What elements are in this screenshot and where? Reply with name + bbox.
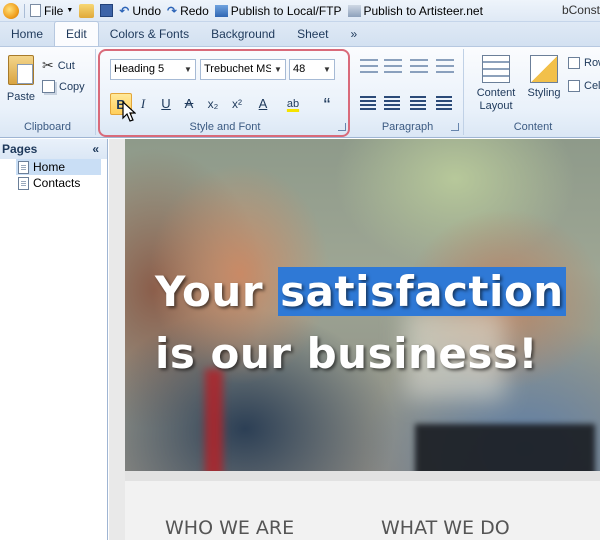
row-icon — [568, 57, 580, 69]
publish-web-icon — [347, 4, 361, 17]
tab-colors-fonts[interactable]: Colors & Fonts — [99, 22, 200, 46]
toolbar-separator — [24, 3, 25, 18]
hero-photo-laptop — [415, 424, 595, 471]
tab-background[interactable]: Background — [200, 22, 286, 46]
content-layout-button[interactable]: Content Layout — [470, 55, 522, 113]
row-button[interactable]: Row — [568, 57, 600, 69]
content-layout-label: Content Layout — [476, 87, 516, 112]
window-title: bConst — [561, 3, 600, 17]
page-item-label: Contacts — [33, 176, 81, 190]
redo-button[interactable]: ↷ Redo — [167, 4, 209, 18]
paste-label: Paste — [6, 91, 36, 103]
cut-label: Cut — [57, 59, 75, 72]
publish-local-label: Publish to Local/FTP — [230, 3, 342, 18]
content-sections: WHO WE ARE WHAT WE DO — [125, 471, 600, 540]
cut-button[interactable]: ✂ Cut — [42, 57, 75, 74]
focus-highlight-frame — [98, 49, 350, 137]
undo-icon: ↶ — [119, 3, 130, 18]
hero-headline-line-1[interactable]: Your satisfaction — [155, 267, 566, 316]
cell-label: Cel — [584, 80, 600, 92]
undo-button[interactable]: ↶ Undo — [119, 4, 161, 18]
copy-label: Copy — [59, 80, 85, 93]
tab-more[interactable]: » — [339, 22, 368, 46]
align-right-icon[interactable] — [410, 96, 426, 110]
section-heading-who-we-are[interactable]: WHO WE ARE — [165, 517, 294, 539]
file-menu-button[interactable]: File ▼ — [30, 4, 73, 18]
tab-home[interactable]: Home — [0, 22, 54, 46]
collapse-panel-icon[interactable]: « — [92, 142, 99, 156]
hero-banner[interactable]: Your satisfaction is our business! — [125, 139, 600, 471]
paste-icon — [8, 55, 34, 85]
pages-panel-title: Pages — [2, 142, 38, 156]
ribbon-tabs: Home Edit Colors & Fonts Background Shee… — [0, 21, 600, 46]
content-layout-icon — [482, 55, 510, 83]
page-icon — [18, 160, 29, 174]
content-group-label: Content — [513, 121, 553, 133]
undo-label: Undo — [132, 3, 162, 18]
publish-artisteer-label: Publish to Artisteer.net — [363, 3, 483, 18]
open-button[interactable] — [79, 3, 95, 18]
copy-button[interactable]: Copy — [42, 80, 85, 93]
chevron-down-icon: ▼ — [66, 7, 74, 14]
publish-ftp-icon — [214, 4, 228, 17]
cell-button[interactable]: Cel — [568, 80, 600, 92]
file-icon — [30, 4, 41, 17]
hero-photo-tie — [205, 369, 223, 471]
headline-text: Your — [155, 267, 279, 316]
copy-icon — [42, 80, 55, 93]
scissors-icon: ✂ — [42, 57, 54, 73]
justify-icon[interactable] — [436, 96, 452, 110]
cell-icon — [568, 80, 580, 92]
align-left-icon[interactable] — [360, 96, 376, 110]
open-folder-icon — [79, 3, 95, 18]
selected-text[interactable]: satisfaction — [278, 267, 566, 316]
section-heading-what-we-do[interactable]: WHAT WE DO — [381, 517, 510, 539]
hero-headline-line-2[interactable]: is our business! — [155, 329, 538, 378]
paragraph-group: Paragraph — [352, 49, 464, 135]
design-canvas[interactable]: Your satisfaction is our business! WHO W… — [109, 139, 600, 540]
clipboard-group-label: Clipboard — [23, 121, 72, 133]
clipboard-group: Paste ✂ Cut Copy Clipboard — [0, 49, 96, 135]
styling-brush-icon — [530, 55, 558, 83]
quick-access-toolbar: File ▼ ↶ Undo ↷ Redo Publish to Local/FT… — [0, 0, 600, 22]
dialog-launcher-icon[interactable] — [451, 123, 459, 131]
row-label: Row — [584, 57, 600, 69]
publish-artisteer-button[interactable]: Publish to Artisteer.net — [347, 3, 483, 18]
page-icon — [18, 176, 29, 190]
content-group: Content Layout Styling Row Cel Content — [466, 49, 600, 135]
save-button[interactable] — [100, 4, 114, 17]
styling-label: Styling — [527, 87, 561, 99]
redo-label: Redo — [180, 3, 209, 18]
paste-button[interactable]: Paste — [4, 55, 38, 103]
app-orb-icon[interactable] — [3, 2, 19, 19]
page-item-contacts[interactable]: Contacts — [16, 175, 101, 191]
paragraph-group-label: Paragraph — [381, 121, 434, 133]
numbering-icon[interactable] — [384, 59, 402, 75]
align-center-icon[interactable] — [384, 96, 400, 110]
bullets-icon[interactable] — [360, 59, 378, 75]
pages-panel: Pages « Home Contacts — [0, 139, 108, 540]
styling-button[interactable]: Styling — [524, 55, 564, 99]
file-menu-label: File — [44, 3, 64, 18]
tab-sheet[interactable]: Sheet — [286, 22, 339, 46]
increase-indent-icon[interactable] — [436, 59, 454, 75]
publish-local-button[interactable]: Publish to Local/FTP — [214, 3, 342, 18]
page-item-home[interactable]: Home — [16, 159, 101, 175]
ribbon: Paste ✂ Cut Copy Clipboard Heading 5 ▼ T… — [0, 46, 600, 138]
pages-panel-header: Pages « — [0, 139, 107, 159]
redo-icon: ↷ — [167, 3, 178, 18]
decrease-indent-icon[interactable] — [410, 59, 428, 75]
tab-edit[interactable]: Edit — [54, 21, 99, 46]
page-item-label: Home — [33, 160, 66, 174]
save-disk-icon — [100, 4, 114, 17]
